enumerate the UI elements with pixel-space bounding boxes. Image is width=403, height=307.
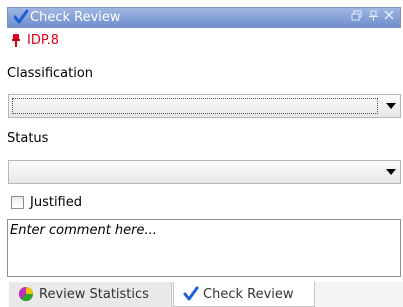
pin-icon[interactable] — [368, 10, 379, 25]
red-pin-icon — [11, 34, 21, 54]
tab-label: Check Review — [203, 287, 294, 302]
panel-titlebar[interactable]: Check Review — [7, 7, 401, 28]
requirement-id: IDP.8 — [27, 33, 60, 48]
tab-label: Review Statistics — [39, 287, 149, 302]
bottom-tab-bar: Review Statistics Check Review — [9, 282, 403, 307]
chevron-down-icon[interactable] — [386, 169, 396, 175]
requirement-row: IDP.8 — [9, 33, 399, 51]
tab-check-review[interactable]: Check Review — [173, 282, 315, 307]
focus-rectangle — [12, 98, 378, 114]
check-review-panel: Check Review IDP.8 Classification Status… — [0, 0, 403, 307]
justified-label: Justified — [30, 195, 82, 210]
checkmark-icon — [183, 286, 199, 306]
tab-review-statistics[interactable]: Review Statistics — [9, 282, 172, 307]
review-statistics-icon — [17, 286, 35, 306]
restore-icon[interactable] — [351, 10, 362, 24]
status-label: Status — [7, 131, 49, 146]
comment-placeholder: Enter comment here... — [10, 223, 157, 238]
classification-label: Classification — [7, 66, 94, 81]
comment-textarea[interactable]: Enter comment here... — [7, 219, 401, 277]
classification-dropdown[interactable] — [8, 94, 401, 118]
close-icon[interactable] — [384, 10, 394, 23]
panel-title: Check Review — [30, 10, 121, 25]
justified-checkbox[interactable] — [11, 196, 24, 209]
status-dropdown[interactable] — [8, 160, 401, 184]
chevron-down-icon[interactable] — [386, 103, 396, 109]
checkmark-icon — [13, 9, 29, 29]
